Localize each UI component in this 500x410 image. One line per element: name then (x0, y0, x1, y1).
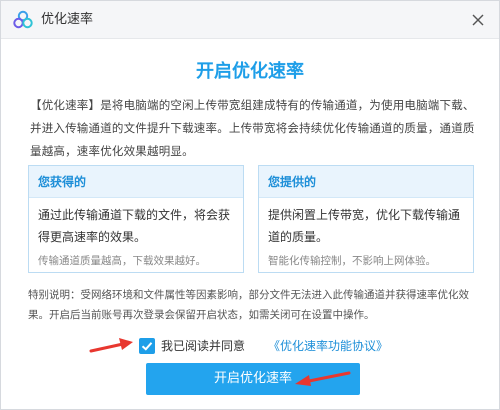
dialog-heading: 开启优化速率 (196, 61, 304, 82)
annotation-arrow-icon (89, 338, 133, 353)
card-title: 您提供的 (268, 175, 317, 189)
title-bar: 优化速率 (1, 1, 499, 39)
cloud-logo-icon (13, 10, 33, 29)
agreement-checkbox[interactable] (139, 338, 155, 354)
benefit-card-provided: 您提供的 提供闲置上传带宽，优化下载传输通道的质量。 智能化传输控制，不影响上网… (258, 165, 474, 273)
card-header: 您提供的 (259, 166, 473, 198)
card-note: 智能化传输控制，不影响上网体验。 (268, 255, 436, 267)
agreement-label: 我已阅读并同意 (161, 339, 246, 353)
close-icon[interactable] (467, 9, 489, 31)
window-title: 优化速率 (41, 12, 94, 27)
description-text: 【优化速率】是将电脑端的空闲上传带宽组建成特有的传输通道，为使用电脑端下载、并进… (30, 98, 475, 158)
annotation-arrow-icon (295, 371, 351, 386)
card-body: 提供闲置上传带宽，优化下载传输通道的质量。 (268, 208, 461, 244)
benefit-card-received: 您获得的 通过此传输通道下载的文件，将会获得更高速率的效果。 传输通道质量越高，… (28, 165, 244, 273)
card-note: 传输通道质量越高，下载效果越好。 (38, 255, 206, 267)
card-body: 通过此传输通道下载的文件，将会获得更高速率的效果。 (38, 208, 231, 244)
card-header: 您获得的 (29, 166, 243, 198)
card-title: 您获得的 (38, 175, 87, 189)
special-notice: 特别说明：受网络环境和文件属性等因素影响，部分文件无法进入此传输通道并获得速率优… (28, 289, 469, 321)
agreement-link[interactable]: 《优化速率功能协议》 (268, 337, 388, 355)
dialog-window: 优化速率 开启优化速率 【优化速率】是将电脑端的空闲上传带宽组建成特有的传输通道… (0, 0, 500, 410)
